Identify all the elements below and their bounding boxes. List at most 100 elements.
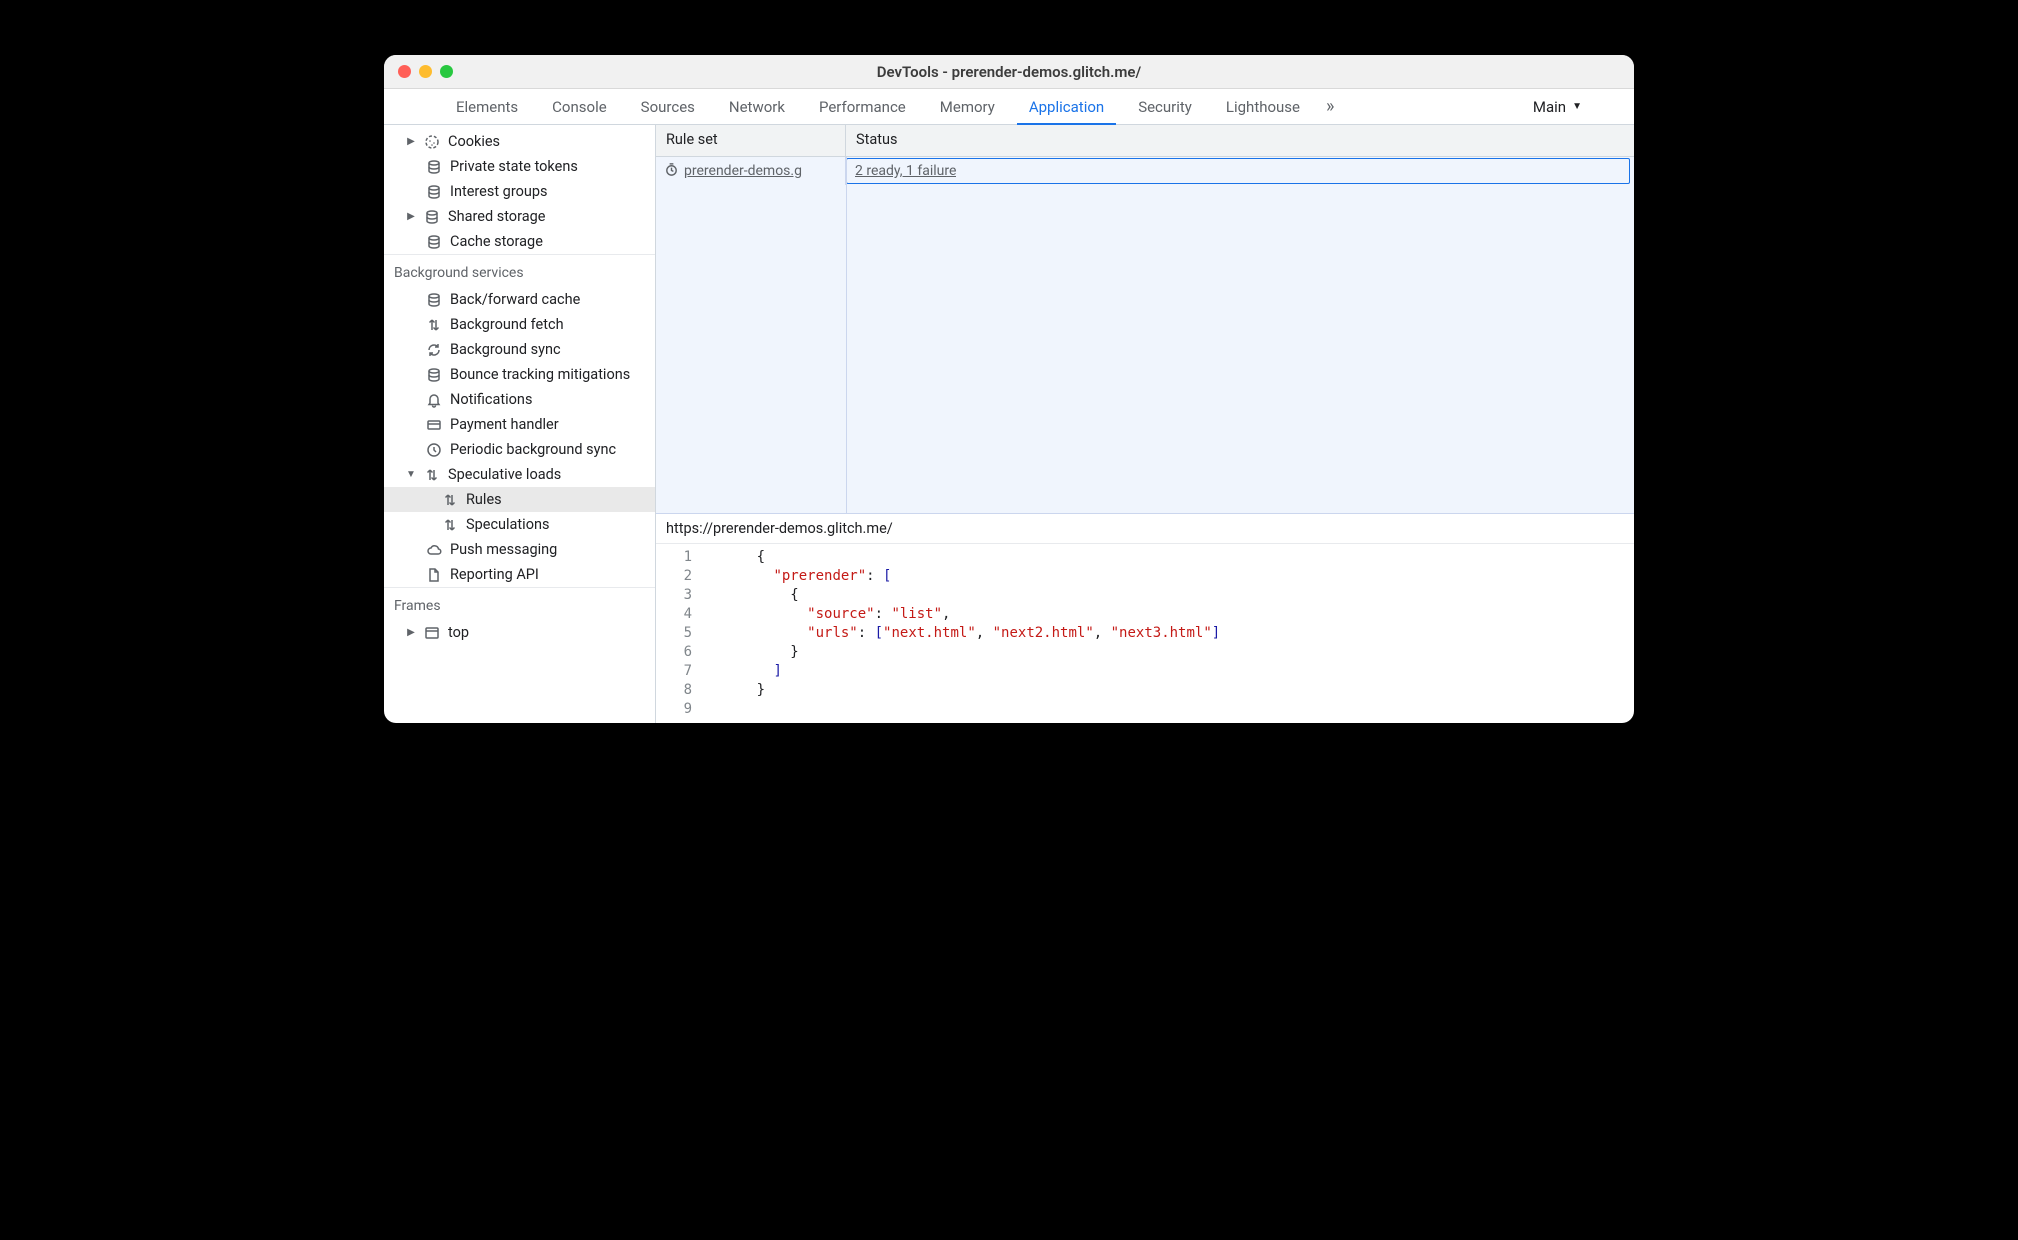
sidebar-item-label: Private state tokens	[450, 158, 578, 175]
transfer-icon	[442, 492, 458, 508]
sidebar-item-label: Interest groups	[450, 183, 547, 200]
sidebar-section-frames: Frames	[384, 587, 655, 620]
window-controls	[398, 65, 453, 78]
detail-url: https://prerender-demos.glitch.me/	[656, 514, 1634, 544]
tab-console[interactable]: Console	[538, 89, 621, 124]
collapse-arrow-icon: ▼	[406, 469, 416, 480]
settings-button[interactable]	[1596, 89, 1608, 124]
tab-performance[interactable]: Performance	[805, 89, 920, 124]
sidebar-item-label: Notifications	[450, 391, 532, 408]
tab-network[interactable]: Network	[715, 89, 799, 124]
minimize-window-button[interactable]	[419, 65, 432, 78]
sidebar-item-reporting-api[interactable]: Reporting API	[384, 562, 655, 587]
sidebar-item-label: Background sync	[450, 341, 561, 358]
sidebar-item-label: Push messaging	[450, 541, 557, 558]
database-icon	[426, 234, 442, 250]
expand-arrow-icon: ▶	[406, 211, 416, 222]
sidebar-item-label: Background fetch	[450, 316, 564, 333]
sidebar-item-label: Rules	[466, 491, 502, 508]
tab-lighthouse[interactable]: Lighthouse	[1212, 89, 1314, 124]
tab-security[interactable]: Security	[1124, 89, 1206, 124]
sidebar-item-notifications[interactable]: Notifications	[384, 387, 655, 412]
clock-icon	[426, 442, 442, 458]
main-toolbar: Elements Console Sources Network Perform…	[384, 89, 1634, 125]
sidebar-item-push-messaging[interactable]: Push messaging	[384, 537, 655, 562]
transfer-icon	[424, 467, 440, 483]
device-toolbar-button[interactable]	[410, 89, 422, 124]
database-icon	[426, 159, 442, 175]
sidebar-item-label: Payment handler	[450, 416, 559, 433]
tab-sources[interactable]: Sources	[627, 89, 709, 124]
transfer-icon	[426, 317, 442, 333]
sidebar-item-label: Bounce tracking mitigations	[450, 366, 630, 383]
code-content[interactable]: { "prerender": [ { "source": "list", "ur…	[706, 548, 1220, 719]
expand-arrow-icon: ▶	[406, 136, 416, 147]
ruleset-table-body: prerender-demos.g 2 ready, 1 failure	[656, 157, 1634, 514]
column-divider[interactable]	[846, 157, 847, 513]
tab-memory[interactable]: Memory	[926, 89, 1009, 124]
sidebar-section-background-services: Background services	[384, 254, 655, 287]
sidebar-item-back-forward-cache[interactable]: Back/forward cache	[384, 287, 655, 312]
sidebar-item-label: Periodic background sync	[450, 441, 616, 458]
inspect-element-button[interactable]	[392, 89, 404, 124]
cloud-icon	[426, 542, 442, 558]
sidebar-item-background-sync[interactable]: Background sync	[384, 337, 655, 362]
maximize-window-button[interactable]	[440, 65, 453, 78]
application-sidebar: ▶ Cookies Private state tokens Interest …	[384, 125, 656, 723]
document-icon	[426, 567, 442, 583]
more-options-button[interactable]	[1614, 89, 1626, 124]
window-title: DevTools - prerender-demos.glitch.me/	[384, 63, 1634, 81]
target-selector[interactable]: Main ▼	[1525, 98, 1590, 116]
timer-icon	[664, 162, 679, 181]
database-icon	[426, 184, 442, 200]
sidebar-item-interest-groups[interactable]: Interest groups	[384, 179, 655, 204]
content-area: ▶ Cookies Private state tokens Interest …	[384, 125, 1634, 723]
target-selector-label: Main	[1533, 98, 1566, 116]
devtools-window: DevTools - prerender-demos.glitch.me/ El…	[384, 55, 1634, 723]
bell-icon	[426, 392, 442, 408]
sidebar-item-periodic-background-sync[interactable]: Periodic background sync	[384, 437, 655, 462]
sidebar-item-cache-storage[interactable]: Cache storage	[384, 229, 655, 254]
transfer-icon	[442, 517, 458, 533]
sidebar-item-top-frame[interactable]: ▶ top	[384, 620, 655, 645]
sidebar-item-shared-storage[interactable]: ▶ Shared storage	[384, 204, 655, 229]
status-link[interactable]: 2 ready, 1 failure	[855, 163, 956, 179]
chevron-down-icon: ▼	[1572, 101, 1582, 112]
ruleset-table-row[interactable]: prerender-demos.g 2 ready, 1 failure	[656, 157, 1634, 185]
sidebar-item-bounce-tracking[interactable]: Bounce tracking mitigations	[384, 362, 655, 387]
more-tabs-button[interactable]: »	[1320, 96, 1340, 117]
sidebar-item-label: Cache storage	[450, 233, 543, 250]
database-icon	[426, 292, 442, 308]
database-icon	[426, 367, 442, 383]
sidebar-item-speculative-loads[interactable]: ▼ Speculative loads	[384, 462, 655, 487]
cell-status: 2 ready, 1 failure	[846, 158, 1630, 184]
cookie-icon	[424, 134, 440, 150]
column-header-status[interactable]: Status	[846, 125, 1634, 156]
column-header-rule-set[interactable]: Rule set	[656, 125, 846, 156]
frame-icon	[424, 625, 440, 641]
sidebar-item-label: Reporting API	[450, 566, 539, 583]
main-panel: Rule set Status prerender-demos.g 2 read…	[656, 125, 1634, 723]
line-numbers: 1 2 3 4 5 6 7 8 9	[656, 548, 706, 719]
sidebar-item-private-state-tokens[interactable]: Private state tokens	[384, 154, 655, 179]
close-window-button[interactable]	[398, 65, 411, 78]
sidebar-item-background-fetch[interactable]: Background fetch	[384, 312, 655, 337]
ruleset-table-header: Rule set Status	[656, 125, 1634, 157]
expand-arrow-icon: ▶	[406, 627, 416, 638]
sync-icon	[426, 342, 442, 358]
rule-set-link[interactable]: prerender-demos.g	[684, 163, 802, 179]
sidebar-item-label: Speculations	[466, 516, 549, 533]
tab-application[interactable]: Application	[1015, 89, 1118, 124]
sidebar-item-speculations[interactable]: Speculations	[384, 512, 655, 537]
sidebar-item-label: Back/forward cache	[450, 291, 580, 308]
sidebar-item-label: top	[448, 624, 469, 641]
sidebar-item-label: Speculative loads	[448, 466, 561, 483]
credit-card-icon	[426, 417, 442, 433]
sidebar-item-label: Shared storage	[448, 208, 545, 225]
cell-rule-set: prerender-demos.g	[656, 157, 846, 185]
sidebar-item-rules[interactable]: Rules	[384, 487, 655, 512]
sidebar-item-cookies[interactable]: ▶ Cookies	[384, 129, 655, 154]
sidebar-item-payment-handler[interactable]: Payment handler	[384, 412, 655, 437]
database-icon	[424, 209, 440, 225]
tab-elements[interactable]: Elements	[442, 89, 532, 124]
